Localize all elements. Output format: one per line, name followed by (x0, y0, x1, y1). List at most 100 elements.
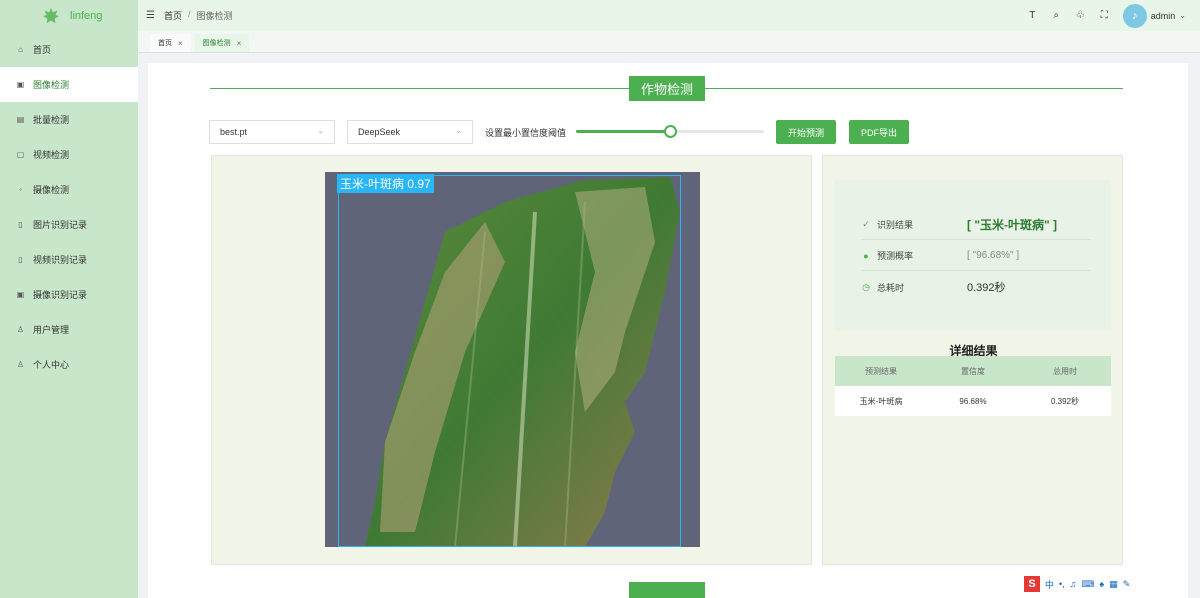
sidebar-item-label: 个人中心 (33, 360, 70, 370)
detection-label: 玉米-叶斑病 0.97 (337, 174, 434, 193)
search-icon[interactable]: ⌕ (1051, 10, 1062, 21)
model-select[interactable]: best.pt ⌄ (209, 120, 335, 144)
result-panel: ✓ 识别结果 [ "玉米-叶斑病" ] ● 预测概率 [ "96.68%" ] … (822, 155, 1123, 565)
sidebar-item-label: 批量检测 (33, 115, 70, 125)
sidebar-item-camera-records[interactable]: ▣ 摄像识别记录 (0, 277, 138, 312)
table-cell: 96.68% (959, 396, 987, 406)
tab-home[interactable]: 首页 × (150, 34, 191, 52)
app-name: linfeng (70, 10, 103, 22)
maple-leaf-icon (42, 7, 60, 24)
result-row-time: ◷ 总耗时 0.392秒 (861, 272, 1091, 302)
result-value: [ "玉米-叶斑病" ] (967, 218, 1058, 232)
slider-thumb[interactable] (664, 125, 677, 138)
fullscreen-icon[interactable]: ⛶ (1099, 10, 1110, 21)
tab-image-detect[interactable]: 图像检测 × (194, 34, 250, 52)
sogou-logo-icon[interactable]: S (1024, 576, 1040, 592)
avatar[interactable]: ♪ (1122, 3, 1147, 28)
detail-table: 预测结果 置信度 总用时 玉米-叶斑病 96.68% 0.392秒 (835, 356, 1111, 416)
sidebar: linfeng ⌂ 首页 ▣ 图像检测 ▤ 批量检测 ▢ 视频检测 ◦ 摄像检测 ▯ 图片识… (0, 0, 138, 598)
breadcrumb-home[interactable]: 首页 (164, 9, 182, 22)
result-label: 预测概率 (877, 251, 914, 261)
document-icon: ▯ (18, 220, 23, 229)
sidebar-item-label: 视频检测 (33, 150, 70, 160)
punctuation-icon[interactable]: •, (1059, 579, 1065, 589)
table-header-cell: 置信度 (961, 366, 985, 376)
sidebar-item-label: 图像检测 (33, 80, 70, 90)
sidebar-item-label: 摄像识别记录 (33, 290, 88, 300)
start-predict-button[interactable]: 开始预测 (776, 120, 836, 144)
clock-icon: ◷ (862, 281, 870, 292)
sidebar-item-camera-detect[interactable]: ◦ 摄像检测 (0, 172, 138, 207)
video-icon: ▢ (16, 150, 25, 159)
detection-bounding-box (338, 175, 681, 547)
result-value: [ "96.68%" ] (967, 250, 1020, 261)
table-cell: 玉米-叶斑病 (859, 396, 903, 406)
result-row-recognition: ✓ 识别结果 [ "玉米-叶斑病" ] (861, 210, 1091, 240)
image-icon: ▣ (16, 80, 25, 89)
keyboard-icon[interactable]: ⌨ (1081, 579, 1094, 590)
detection-image: 玉米-叶斑病 0.97 (325, 172, 700, 547)
close-icon[interactable]: × (237, 39, 242, 48)
result-summary: ✓ 识别结果 [ "玉米-叶斑病" ] ● 预测概率 [ "96.68%" ] … (834, 180, 1111, 330)
person-icon: ♙ (16, 360, 25, 369)
username: admin (1150, 10, 1176, 21)
file-icon: ▯ (18, 255, 23, 264)
sidebar-item-label: 用户管理 (33, 325, 70, 335)
tabs-bar: 首页 × 图像检测 × (138, 31, 1200, 53)
sidebar-item-home[interactable]: ⌂ 首页 (0, 32, 138, 67)
sidebar-item-label: 图片识别记录 (33, 220, 88, 230)
breadcrumb-current: 图像检测 (196, 11, 233, 21)
table-row: 玉米-叶斑病 96.68% 0.392秒 (835, 386, 1111, 416)
slider-fill (576, 130, 670, 133)
sidebar-item-label: 视频识别记录 (33, 255, 88, 265)
tab-label: 首页 (158, 40, 172, 47)
llm-select-value: DeepSeek (358, 127, 401, 137)
close-icon[interactable]: × (178, 39, 183, 48)
user-icon: ♙ (16, 325, 25, 334)
table-cell: 0.392秒 (1050, 396, 1080, 406)
sidebar-item-video-detect[interactable]: ▢ 视频检测 (0, 137, 138, 172)
font-size-icon[interactable]: T (1027, 10, 1038, 21)
result-label: 识别结果 (877, 220, 914, 230)
home-icon: ⌂ (18, 45, 23, 54)
chevron-down-icon: ⌄ (455, 126, 462, 135)
sidebar-item-image-detect[interactable]: ▣ 图像检测 (0, 67, 138, 102)
record-icon: ▣ (16, 290, 25, 299)
chevron-down-icon: ⌄ (317, 126, 324, 135)
main-content: 作物检测 best.pt ⌄ DeepSeek ⌄ 设置最小置信度阈值 开始预测… (148, 63, 1188, 598)
table-header: 预测结果 置信度 总用时 (835, 356, 1111, 386)
breadcrumb-separator: / (188, 9, 191, 19)
model-select-value: best.pt (220, 127, 248, 137)
top-header: ☰ 首页 / 图像检测 T ⌕ ♧ ⛶ ♪ admin ⌄ (138, 0, 1200, 31)
ime-mode-icon[interactable]: 中 (1045, 578, 1054, 591)
settings-icon[interactable]: ✎ (1123, 579, 1131, 590)
chevron-down-icon: ⌄ (1179, 11, 1186, 20)
sidebar-item-personal-center[interactable]: ♙ 个人中心 (0, 347, 138, 382)
confidence-slider[interactable] (576, 125, 764, 138)
image-panel: 玉米-叶斑病 0.97 (211, 155, 812, 565)
toolbox-icon[interactable]: ▦ (1109, 579, 1118, 590)
shirt-icon[interactable]: ♧ (1075, 10, 1086, 21)
camera-icon: ◦ (19, 185, 22, 194)
sidebar-item-image-records[interactable]: ▯ 图片识别记录 (0, 207, 138, 242)
confidence-slider-label: 设置最小置信度阈值 (485, 128, 567, 138)
sidebar-item-batch-detect[interactable]: ▤ 批量检测 (0, 102, 138, 137)
result-row-probability: ● 预测概率 [ "96.68%" ] (861, 241, 1091, 271)
llm-select[interactable]: DeepSeek ⌄ (347, 120, 473, 144)
skin-icon[interactable]: ♠ (1099, 579, 1104, 589)
sidebar-item-user-management[interactable]: ♙ 用户管理 (0, 312, 138, 347)
ime-toolbar[interactable]: S 中 •, ♫ ⌨ ♠ ▦ ✎ (1020, 574, 1135, 594)
bottom-section-title (629, 582, 705, 598)
table-header-cell: 总用时 (1053, 366, 1077, 376)
check-icon: ✓ (862, 219, 870, 229)
pin-icon: ● (863, 250, 869, 261)
hamburger-icon[interactable]: ☰ (146, 10, 156, 21)
page-title: 作物检测 (629, 76, 705, 101)
microphone-icon[interactable]: ♫ (1070, 579, 1077, 589)
user-menu[interactable]: ♪ admin ⌄ (1122, 3, 1186, 28)
pdf-export-button[interactable]: PDF导出 (849, 120, 909, 144)
sidebar-menu: ⌂ 首页 ▣ 图像检测 ▤ 批量检测 ▢ 视频检测 ◦ 摄像检测 ▯ 图片识别记录 ▯ 视频识… (0, 32, 138, 382)
result-label: 总耗时 (877, 282, 905, 293)
sidebar-item-label: 首页 (33, 45, 52, 55)
sidebar-item-video-records[interactable]: ▯ 视频识别记录 (0, 242, 138, 277)
